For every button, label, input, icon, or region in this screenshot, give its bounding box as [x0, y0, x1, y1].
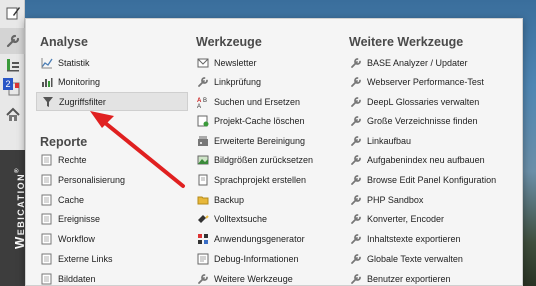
- document-icon: [40, 153, 53, 166]
- menu-item-bilddaten[interactable]: Bilddaten: [36, 269, 188, 286]
- document-icon: [40, 212, 53, 225]
- wrench-icon: [349, 95, 362, 108]
- section-title-analyse: Analyse: [40, 35, 88, 49]
- tools-menu-panel: Analyse Statistik Monitoring Zugriffsfil…: [25, 18, 523, 286]
- document-icon: [40, 232, 53, 245]
- wrench-icon: [349, 56, 362, 69]
- cleanup-icon: [196, 134, 209, 147]
- image-icon: [196, 153, 209, 166]
- menu-item-statistik[interactable]: Statistik: [36, 53, 188, 72]
- debug-icon: [196, 252, 209, 265]
- section-title-reporte: Reporte: [40, 135, 88, 149]
- wrench-icon: [349, 114, 362, 127]
- menu-item-monitoring[interactable]: Monitoring: [36, 72, 188, 91]
- menu-item-webserver-performance-test[interactable]: Webserver Performance-Test: [345, 72, 523, 91]
- wrench-icon: [349, 232, 362, 245]
- wrench-icon: [349, 252, 362, 265]
- folder-icon: [196, 193, 209, 206]
- wrench-icon: [349, 272, 362, 285]
- menu-item-base-analyzer[interactable]: BASE Analyzer / Updater: [345, 53, 523, 72]
- menu-item-konverter-encoder[interactable]: Konverter, Encoder: [345, 209, 523, 228]
- newsletter-icon: [196, 56, 209, 69]
- menu-item-browse-edit-panel[interactable]: Browse Edit Panel Konfiguration: [345, 170, 523, 189]
- filter-icon: [41, 95, 54, 108]
- menu-item-externe-links[interactable]: Externe Links: [36, 249, 188, 268]
- line-chart-icon: [40, 56, 53, 69]
- menu-item-newsletter[interactable]: Newsletter: [192, 53, 340, 72]
- wrench-icon: [349, 134, 362, 147]
- bar-chart-icon: [40, 75, 53, 88]
- menu-item-bildgroessen-zuruecksetzen[interactable]: Bildgrößen zurücksetzen: [192, 150, 340, 169]
- menu-item-linkpruefung[interactable]: Linkprüfung: [192, 72, 340, 91]
- left-toolbar: 2 Webication®: [0, 0, 27, 286]
- menu-item-sprachprojekt-erstellen[interactable]: Sprachprojekt erstellen: [192, 170, 340, 189]
- wrench-icon: [349, 193, 362, 206]
- menu-item-erweiterte-bereinigung[interactable]: Erweiterte Bereinigung: [192, 131, 340, 150]
- menu-item-projekt-cache-loeschen[interactable]: Projekt-Cache löschen: [192, 111, 340, 130]
- menu-item-deepl-glossaries[interactable]: DeepL Glossaries verwalten: [345, 92, 523, 111]
- menu-item-anwendungsgenerator[interactable]: Anwendungsgenerator: [192, 229, 340, 248]
- menu-item-zugriffsfilter[interactable]: Zugriffsfilter: [36, 92, 188, 111]
- menu-item-workflow[interactable]: Workflow: [36, 229, 188, 248]
- menu-item-volltextsuche[interactable]: Volltextsuche: [192, 209, 340, 228]
- chart-list-icon: [5, 57, 21, 73]
- document-icon: [40, 193, 53, 206]
- edit-icon: [5, 5, 21, 21]
- wrench-icon: [196, 75, 209, 88]
- menu-item-benutzer-exportieren[interactable]: Benutzer exportieren: [345, 269, 523, 286]
- menu-item-suchen-und-ersetzen[interactable]: ABA Suchen und Ersetzen: [192, 92, 340, 111]
- wrench-icon: [349, 173, 362, 186]
- cache-clear-icon: [196, 114, 209, 127]
- wrench-icon: [349, 212, 362, 225]
- menu-item-inhaltstexte-exportieren[interactable]: Inhaltstexte exportieren: [345, 229, 523, 248]
- document-icon: [40, 272, 53, 285]
- wrench-icon: [5, 33, 21, 49]
- menu-item-grosse-verzeichnisse[interactable]: Große Verzeichnisse finden: [345, 111, 523, 130]
- menu-item-ereignisse[interactable]: Ereignisse: [36, 209, 188, 228]
- wrench-icon: [349, 75, 362, 88]
- document-icon: [40, 252, 53, 265]
- brand-bar: Webication®: [0, 150, 27, 286]
- tools-button[interactable]: [0, 28, 25, 54]
- generator-icon: [196, 232, 209, 245]
- home-icon: [5, 107, 21, 123]
- notification-badge: 2: [3, 78, 13, 90]
- language-icon: [196, 173, 209, 186]
- menu-item-linkaufbau[interactable]: Linkaufbau: [345, 131, 523, 150]
- section-title-weitere-werkzeuge: Weitere Werkzeuge: [349, 35, 464, 49]
- flashlight-icon: [196, 212, 209, 225]
- menu-item-cache[interactable]: Cache: [36, 190, 188, 209]
- wrench-icon: [349, 153, 362, 166]
- wrench-icon: [196, 272, 209, 285]
- document-icon: [40, 173, 53, 186]
- home-button[interactable]: [0, 102, 25, 128]
- menu-item-php-sandbox[interactable]: PHP Sandbox: [345, 190, 523, 209]
- menu-item-weitere-werkzeuge[interactable]: Weitere Werkzeuge: [192, 269, 340, 286]
- edit-button[interactable]: [0, 0, 25, 26]
- menu-item-backup[interactable]: Backup: [192, 190, 340, 209]
- section-title-werkzeuge: Werkzeuge: [196, 35, 262, 49]
- menu-item-debug-informationen[interactable]: Debug-Informationen: [192, 249, 340, 268]
- menu-item-personalisierung[interactable]: Personalisierung: [36, 170, 188, 189]
- menu-item-aufgabenindex[interactable]: Aufgabenindex neu aufbauen: [345, 150, 523, 169]
- menu-item-globale-texte[interactable]: Globale Texte verwalten: [345, 249, 523, 268]
- menu-item-rechte[interactable]: Rechte: [36, 150, 188, 169]
- search-replace-icon: ABA: [196, 95, 209, 108]
- svg-text:B: B: [203, 98, 207, 104]
- statistics-button[interactable]: [0, 52, 25, 78]
- svg-text:A: A: [197, 104, 201, 108]
